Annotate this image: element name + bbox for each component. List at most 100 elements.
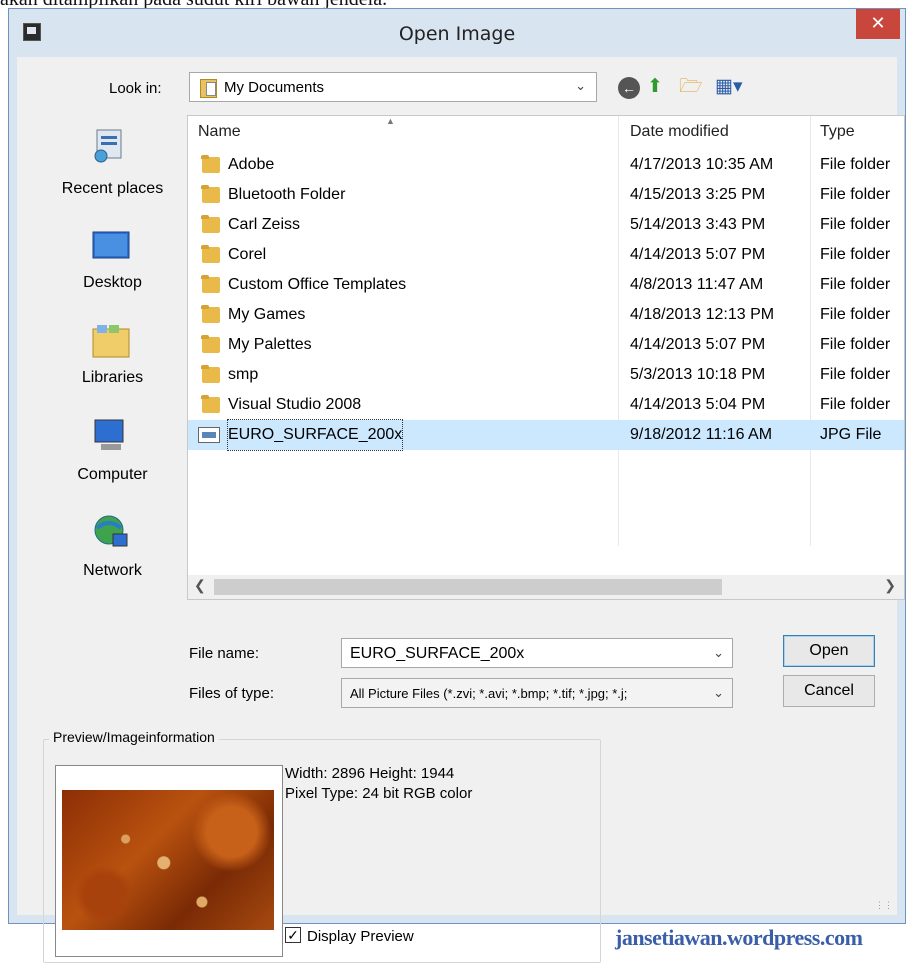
file-type: File folder	[820, 246, 891, 263]
file-row[interactable]: EURO_SURFACE_200x 9/18/2012 11:16 AM JPG F…	[188, 419, 904, 451]
scroll-right-icon[interactable]: ❯	[884, 577, 896, 594]
file-date: 4/14/2013 5:04 PM	[630, 396, 766, 413]
folder-icon	[201, 395, 220, 413]
image-preview-frame	[55, 765, 283, 957]
file-type: JPG File	[820, 426, 882, 443]
folder-icon	[201, 275, 220, 293]
folder-icon	[201, 305, 220, 323]
file-date: 4/14/2013 5:07 PM	[630, 336, 766, 353]
file-type: File folder	[820, 276, 891, 293]
file-name-field[interactable]: EURO_SURFACE_200x ⌄	[341, 638, 733, 668]
open-image-dialog: Open Image ✕ Look in: My Documents ⌄ ← ⬆…	[8, 8, 906, 963]
window-title: Open Image	[398, 23, 516, 45]
new-folder-icon[interactable]: 🗁	[679, 74, 703, 100]
file-row[interactable]: My Palettes 4/14/2013 5:07 PM File folder	[188, 330, 904, 360]
column-header-date[interactable]: Date modified	[630, 116, 729, 148]
file-row[interactable]: Custom Office Templates 4/8/2013 11:47 AM…	[188, 270, 904, 300]
close-button[interactable]: ✕	[856, 9, 900, 39]
watermark: jansetiawan.wordpress.com	[615, 925, 863, 950]
folder-icon	[201, 335, 220, 353]
file-type: File folder	[820, 306, 891, 323]
image-dimensions: Width: 2896 Height: 1944	[285, 765, 455, 782]
file-date: 5/14/2013 3:43 PM	[630, 216, 766, 233]
file-row[interactable]: Carl Zeiss 5/14/2013 3:43 PM File folder	[188, 210, 904, 240]
look-in-value: My Documents	[224, 79, 325, 96]
file-row[interactable]: smp 5/3/2013 10:18 PM File folder	[188, 360, 904, 390]
file-name: Adobe	[228, 156, 275, 173]
file-type: File folder	[820, 396, 891, 413]
dialog-body: Look in: My Documents ⌄ ← ⬆ 🗁 ▦▾ Recent …	[17, 57, 905, 963]
file-name: Custom Office Templates	[228, 276, 407, 293]
cancel-button[interactable]: Cancel	[783, 675, 875, 707]
column-header-name[interactable]: Name	[198, 116, 241, 148]
network-icon	[91, 514, 131, 550]
file-date: 4/17/2013 10:35 AM	[630, 156, 774, 173]
file-row[interactable]: My Games 4/18/2013 12:13 PM File folder	[188, 300, 904, 330]
chevron-down-icon[interactable]: ⌄	[713, 645, 724, 661]
scroll-thumb[interactable]	[214, 579, 722, 595]
places-bar: Recent places Desktop Libraries Computer	[34, 118, 191, 603]
file-type: File folder	[820, 216, 891, 233]
file-type-value: All Picture Files (*.zvi; *.avi; *.bmp; …	[350, 686, 628, 701]
file-row[interactable]: Corel 4/14/2013 5:07 PM File folder	[188, 240, 904, 270]
file-name: smp	[228, 366, 259, 383]
place-label: Desktop	[83, 274, 142, 291]
file-row[interactable]: Visual Studio 2008 4/14/2013 5:04 PM File …	[188, 390, 904, 420]
column-header-type[interactable]: Type	[820, 116, 855, 148]
file-date: 4/15/2013 3:25 PM	[630, 186, 766, 203]
preview-legend: Preview/Imageinformation	[49, 729, 219, 745]
folder-icon	[201, 365, 220, 383]
place-label: Network	[83, 562, 142, 579]
sort-ascending-icon: ▲	[386, 116, 395, 126]
back-icon[interactable]: ←	[618, 77, 640, 99]
place-label: Libraries	[81, 369, 144, 386]
libraries-icon	[91, 323, 131, 359]
file-name: EURO_SURFACE_200x	[226, 419, 404, 451]
file-name: Visual Studio 2008	[228, 396, 362, 413]
file-name: Corel	[228, 246, 267, 263]
file-type: File folder	[820, 336, 891, 353]
file-type: File folder	[820, 366, 891, 383]
file-name: My Palettes	[228, 336, 312, 353]
up-folder-icon[interactable]: ⬆	[647, 74, 663, 100]
file-type: File folder	[820, 156, 891, 173]
title-bar[interactable]: Open Image ✕	[9, 9, 905, 57]
computer-icon	[91, 418, 131, 454]
file-row[interactable]: Bluetooth Folder 4/15/2013 3:25 PM File fo…	[188, 180, 904, 210]
chevron-down-icon: ⌄	[575, 78, 586, 93]
folder-icon	[201, 245, 220, 263]
place-label: Computer	[77, 466, 148, 483]
folder-icon	[201, 215, 220, 233]
file-name-value[interactable]: EURO_SURFACE_200x	[350, 645, 700, 663]
file-name: Carl Zeiss	[228, 216, 301, 233]
close-icon: ✕	[870, 13, 886, 34]
folder-icon	[201, 155, 220, 173]
desktop-icon	[91, 228, 131, 264]
file-date: 4/14/2013 5:07 PM	[630, 246, 766, 263]
look-in-dropdown[interactable]: My Documents ⌄	[189, 72, 597, 102]
file-date: 5/3/2013 10:18 PM	[630, 366, 766, 383]
horizontal-scrollbar[interactable]: ❮ ❯	[188, 575, 904, 599]
display-preview-label[interactable]: Display Preview	[307, 928, 414, 945]
image-file-icon	[198, 427, 220, 443]
resize-grip-icon[interactable]: ⋮⋮	[875, 900, 893, 911]
scroll-left-icon[interactable]: ❮	[194, 577, 206, 594]
file-type: File folder	[820, 186, 891, 203]
image-preview	[62, 790, 274, 930]
folder-icon	[201, 185, 220, 203]
file-type-dropdown[interactable]: All Picture Files (*.zvi; *.avi; *.bmp; …	[341, 678, 733, 708]
file-date: 9/18/2012 11:16 AM	[630, 426, 773, 443]
views-menu-icon[interactable]: ▦▾	[715, 74, 743, 100]
display-preview-checkbox[interactable]: ✓	[285, 927, 301, 943]
recent-places-icon	[91, 128, 131, 164]
file-list[interactable]: Name ▲ Date modified Type Adobe 4/17/2013…	[187, 115, 905, 600]
place-label: Recent places	[61, 180, 164, 197]
file-row[interactable]: Adobe 4/17/2013 10:35 AM File folder	[188, 150, 904, 180]
open-button[interactable]: Open	[783, 635, 875, 667]
file-name: My Games	[228, 306, 306, 323]
file-name: Bluetooth Folder	[228, 186, 346, 203]
look-in-label: Look in:	[109, 80, 162, 97]
chevron-down-icon[interactable]: ⌄	[713, 685, 724, 701]
file-type-label: Files of type:	[189, 685, 275, 702]
file-date: 4/8/2013 11:47 AM	[630, 276, 764, 293]
